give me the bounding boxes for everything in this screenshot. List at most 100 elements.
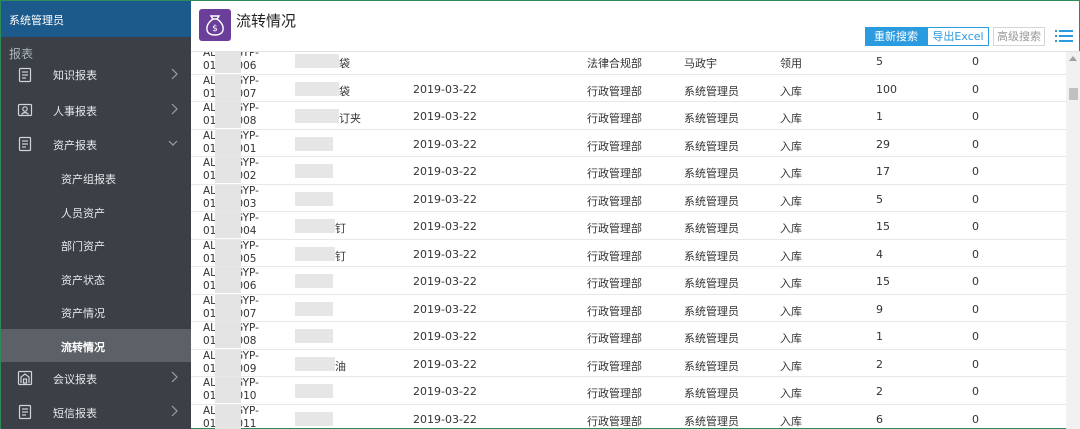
redaction-mask	[295, 109, 339, 123]
redaction-mask	[215, 157, 241, 183]
sidebar-subitem-transfer-status[interactable]: 流转情况	[1, 328, 191, 362]
sidebar-subitem-label: 资产组报表	[61, 173, 116, 186]
sidebar-subitem-personnel-assets[interactable]: 人员资产	[1, 195, 191, 229]
quantity: 5	[876, 55, 883, 68]
redaction-mask	[295, 411, 333, 426]
transfer-type: 领用	[780, 57, 802, 70]
sidebar-subitem-label: 部门资产	[61, 240, 105, 253]
department: 行政管理部	[587, 249, 642, 263]
chevron-right-icon	[169, 67, 179, 81]
asset-name: 订夹	[339, 112, 361, 125]
asset-name: 钉	[335, 249, 346, 263]
table-row[interactable]: ALIT-BGYP-010700102019-03-22行政管理部系统管理员入库…	[191, 377, 1066, 405]
operator: 系统管理员	[684, 167, 739, 180]
table-row[interactable]: ALIT-BGYP-01070004钉2019-03-22行政管理部系统管理员入…	[191, 212, 1066, 240]
redaction-mask	[295, 54, 339, 68]
quantity: 9	[876, 302, 883, 316]
sidebar-subitem-label: 流转情况	[61, 340, 105, 354]
table-body: ALIT-BGYP-01070006袋法律合规部马政宇领用50ALIT-BGYP…	[191, 52, 1066, 429]
table-row[interactable]: ALIT-BGYP-010700082019-03-22行政管理部系统管理员入库…	[191, 322, 1066, 350]
department: 行政管理部	[587, 84, 642, 98]
quantity: 6	[876, 412, 883, 426]
department: 行政管理部	[587, 139, 642, 153]
vertical-scrollbar[interactable]	[1066, 52, 1080, 429]
table-row[interactable]: ALIT-BGYP-010700112019-03-22行政管理部系统管理员入库…	[191, 404, 1066, 429]
redaction-mask	[295, 191, 333, 206]
sidebar-item-sms-report[interactable]: 短信报表	[1, 396, 191, 429]
operator: 系统管理员	[684, 387, 739, 400]
table-row[interactable]: ALIT-BGYP-010700062019-03-22行政管理部系统管理员入库…	[191, 267, 1066, 295]
department: 行政管理部	[587, 167, 642, 180]
redaction-mask	[295, 136, 333, 151]
money-bag-icon: $	[199, 9, 231, 41]
department: 行政管理部	[587, 277, 642, 290]
asset-name: 钉	[335, 222, 346, 235]
transfer-type: 入库	[780, 277, 802, 290]
advanced-search-button[interactable]: 高级搜索	[993, 27, 1045, 46]
department: 行政管理部	[587, 414, 642, 428]
redaction-mask	[215, 349, 241, 376]
quantity: 2	[876, 357, 883, 371]
re-search-button[interactable]: 重新搜索	[865, 27, 927, 46]
table-row[interactable]: ALIT-BGYP-01070008订夹2019-03-22行政管理部系统管理员…	[191, 102, 1066, 130]
sidebar-item-label: 短信报表	[53, 406, 97, 420]
table-row[interactable]: ALIT-BGYP-01070005钉2019-03-22行政管理部系统管理员入…	[191, 239, 1066, 267]
document-icon	[17, 67, 33, 83]
export-excel-button[interactable]: 导出Excel	[927, 27, 989, 46]
sidebar-item-knowledge-report[interactable]: 知识报表	[1, 63, 191, 94]
sidebar-item-meeting-report[interactable]: 会议报表	[1, 362, 191, 396]
redaction-mask	[215, 239, 241, 266]
sidebar-subitem-asset-group-report[interactable]: 资产组报表	[1, 161, 191, 195]
zero-value: 0	[972, 192, 979, 206]
sidebar-item-asset-report[interactable]: 资产报表	[1, 128, 191, 162]
transfer-date: 2019-03-22	[413, 82, 477, 96]
department: 行政管理部	[587, 194, 642, 208]
zero-value: 0	[972, 247, 979, 261]
table-row[interactable]: ALIT-BGYP-010700032019-03-22行政管理部系统管理员入库…	[191, 184, 1066, 212]
sidebar-subitem-asset-status[interactable]: 资产状态	[1, 262, 191, 296]
scrollbar-thumb[interactable]	[1069, 88, 1078, 100]
page-title: 流转情况	[236, 12, 297, 30]
sidebar-item-label: 资产报表	[53, 138, 97, 152]
quantity: 29	[876, 137, 890, 151]
asset-name: 油	[335, 359, 346, 373]
zero-value: 0	[972, 330, 979, 343]
main-content: $ 流转情况 重新搜索 导出Excel 高级搜索 ALIT-BGYP-01070…	[191, 1, 1080, 429]
redaction-mask	[295, 246, 335, 261]
redaction-mask	[295, 164, 333, 178]
transfer-type: 入库	[780, 194, 802, 208]
redaction-mask	[215, 294, 241, 321]
transfer-type: 入库	[780, 139, 802, 153]
sidebar-subitem-label: 人员资产	[61, 206, 105, 220]
table-row[interactable]: ALIT-BGYP-01070007袋2019-03-22行政管理部系统管理员入…	[191, 74, 1066, 102]
person-card-icon	[17, 102, 33, 118]
zero-value: 0	[972, 412, 979, 426]
table-row[interactable]: ALIT-BGYP-010700022019-03-22行政管理部系统管理员入库…	[191, 157, 1066, 185]
chevron-right-icon	[169, 370, 179, 384]
department: 行政管理部	[587, 304, 642, 318]
table-row[interactable]: ALIT-BGYP-010700072019-03-22行政管理部系统管理员入库…	[191, 294, 1066, 322]
scroll-up-arrow-icon[interactable]	[1069, 56, 1077, 61]
department: 行政管理部	[587, 222, 642, 235]
redaction-mask	[215, 74, 241, 101]
quantity: 5	[876, 192, 883, 206]
operator: 马政宇	[684, 57, 717, 70]
transfer-type: 入库	[780, 359, 802, 373]
table-row[interactable]: ALIT-BGYP-010700012019-03-22行政管理部系统管理员入库…	[191, 129, 1066, 157]
transfer-date: 2019-03-22	[413, 412, 477, 426]
operator: 系统管理员	[684, 249, 739, 263]
redaction-mask	[295, 81, 339, 96]
sidebar-subitem-asset-situation[interactable]: 资产情况	[1, 295, 191, 329]
table-row[interactable]: ALIT-BGYP-01070006袋法律合规部马政宇领用50	[191, 52, 1066, 75]
table-row[interactable]: ALIT-BGYP-01070009油2019-03-22行政管理部系统管理员入…	[191, 349, 1066, 377]
department: 行政管理部	[587, 387, 642, 400]
sidebar-item-hr-report[interactable]: 人事报表	[1, 94, 191, 128]
operator: 系统管理员	[684, 277, 739, 290]
zero-value: 0	[972, 357, 979, 371]
zero-value: 0	[972, 220, 979, 233]
sidebar-subitem-department-assets[interactable]: 部门资产	[1, 228, 191, 262]
redaction-mask	[215, 129, 241, 156]
list-view-icon[interactable]	[1055, 28, 1073, 44]
redaction-mask	[215, 377, 241, 403]
operator: 系统管理员	[684, 194, 739, 208]
